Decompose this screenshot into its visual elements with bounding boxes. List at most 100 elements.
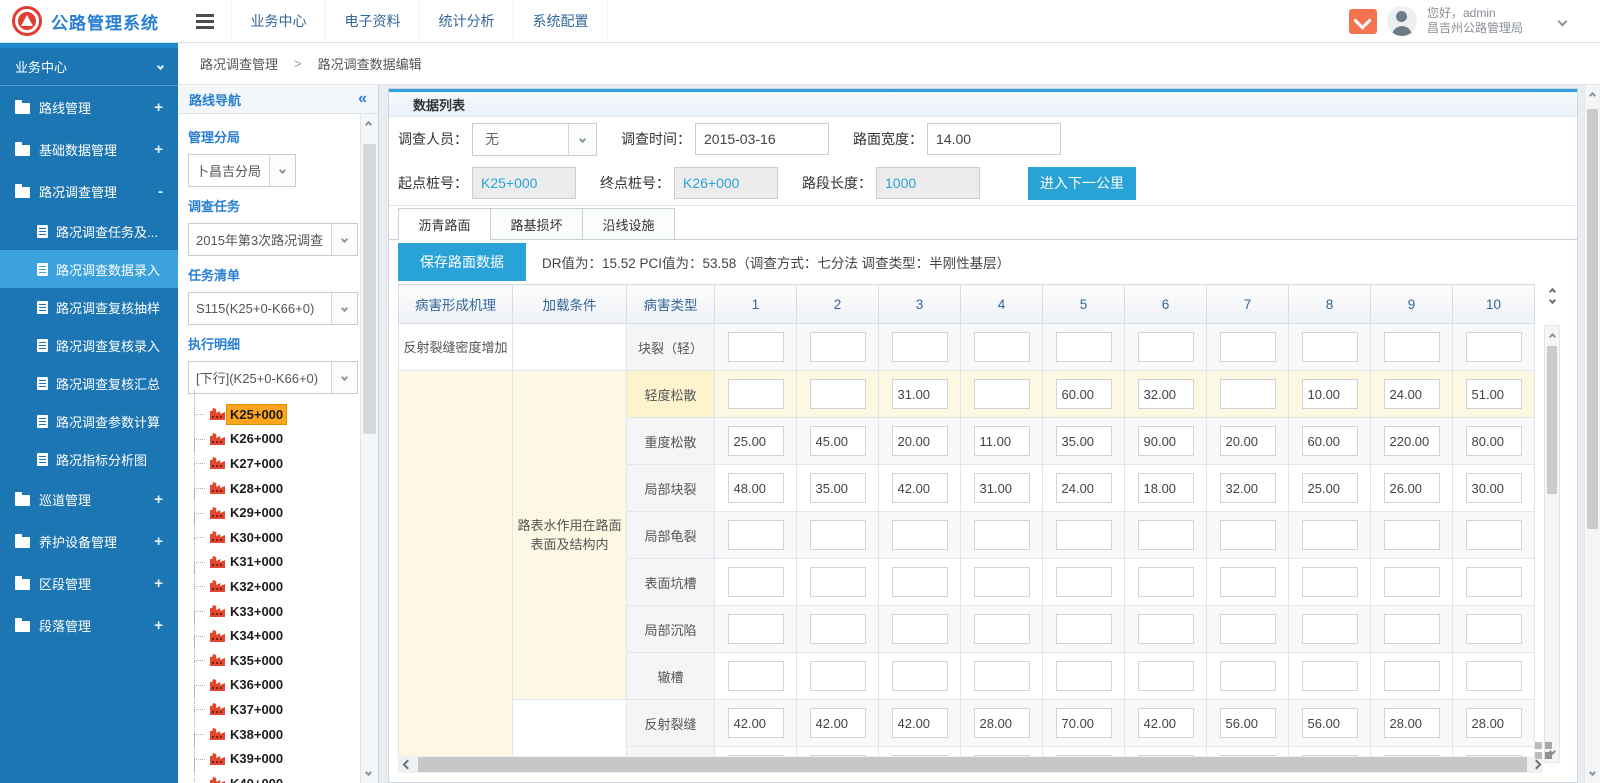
damage-value-input[interactable]	[810, 426, 866, 456]
road-width-input[interactable]	[927, 123, 1061, 155]
damage-value-input[interactable]	[1466, 473, 1522, 503]
tree-item-K25+000[interactable]: K25+000	[188, 402, 360, 427]
damage-value-input[interactable]	[728, 332, 784, 362]
tab-1[interactable]: 路基损坏	[490, 208, 583, 239]
damage-value-input[interactable]	[1384, 332, 1440, 362]
damage-value-input[interactable]	[1302, 567, 1358, 597]
sidebar-subitem-1[interactable]: 路况调查数据录入	[0, 250, 178, 288]
tree-item-K30+000[interactable]: K30+000	[188, 525, 360, 550]
topnav-item-3[interactable]: 系统配置	[513, 0, 608, 42]
scrollbar-thumb[interactable]	[1587, 109, 1598, 529]
tree-item-K39+000[interactable]: K39+000	[188, 746, 360, 771]
damage-value-input[interactable]	[1056, 473, 1112, 503]
damage-value-input[interactable]	[728, 426, 784, 456]
damage-value-input[interactable]	[1138, 567, 1194, 597]
sidebar-item-5[interactable]: 区段管理+	[0, 562, 178, 604]
next-km-button[interactable]: 进入下一公里	[1028, 167, 1136, 200]
tree-item-K31+000[interactable]: K31+000	[188, 550, 360, 575]
damage-value-input[interactable]	[1384, 567, 1440, 597]
damage-value-input[interactable]	[728, 473, 784, 503]
damage-value-input[interactable]	[892, 520, 948, 550]
damage-value-input[interactable]	[974, 332, 1030, 362]
topnav-item-0[interactable]: 业务中心	[231, 0, 326, 42]
damage-value-input[interactable]	[810, 473, 866, 503]
tree-item-K32+000[interactable]: K32+000	[188, 574, 360, 599]
damage-value-input[interactable]	[1138, 332, 1194, 362]
scrollbar-thumb[interactable]	[418, 757, 1527, 772]
damage-value-input[interactable]	[810, 567, 866, 597]
damage-value-input[interactable]	[1302, 426, 1358, 456]
scroll-up-icon[interactable]	[1548, 288, 1555, 295]
sidebar-subitem-3[interactable]: 路况调查复核录入	[0, 326, 178, 364]
damage-value-input[interactable]	[810, 379, 866, 409]
damage-value-input[interactable]	[1220, 567, 1276, 597]
damage-value-input[interactable]	[1302, 332, 1358, 362]
dropdown-3[interactable]: [下行](K25+0-K66+0)	[188, 361, 358, 394]
damage-value-input[interactable]	[1056, 614, 1112, 644]
tree-item-K26+000[interactable]: K26+000	[188, 427, 360, 452]
dropdown-2[interactable]: S115(K25+0-K66+0)	[188, 292, 358, 325]
damage-value-input[interactable]	[728, 379, 784, 409]
damage-value-input[interactable]	[892, 567, 948, 597]
damage-value-input[interactable]	[1466, 614, 1522, 644]
damage-value-input[interactable]	[810, 614, 866, 644]
scrollbar-thumb[interactable]	[1547, 346, 1557, 494]
select-chevron-box[interactable]	[331, 362, 357, 393]
damage-value-input[interactable]	[1056, 379, 1112, 409]
damage-value-input[interactable]	[728, 708, 784, 738]
damage-value-input[interactable]	[974, 708, 1030, 738]
collapse-panel-icon[interactable]: «	[358, 90, 367, 108]
damage-value-input[interactable]	[974, 379, 1030, 409]
damage-value-input[interactable]	[1138, 661, 1194, 691]
save-pavement-data-button[interactable]: 保存路面数据	[398, 243, 526, 281]
damage-value-input[interactable]	[974, 520, 1030, 550]
select-chevron-box[interactable]	[331, 293, 357, 324]
tree-item-K37+000[interactable]: K37+000	[188, 697, 360, 722]
sidebar-subitem-2[interactable]: 路况调查复核抽样	[0, 288, 178, 326]
damage-value-input[interactable]	[1138, 520, 1194, 550]
select-chevron-box[interactable]	[568, 124, 596, 155]
damage-value-input[interactable]	[810, 332, 866, 362]
damage-value-input[interactable]	[1302, 708, 1358, 738]
damage-value-input[interactable]	[974, 661, 1030, 691]
topnav-item-1[interactable]: 电子资料	[325, 0, 420, 42]
damage-value-input[interactable]	[1056, 661, 1112, 691]
damage-value-input[interactable]	[1220, 426, 1276, 456]
damage-value-input[interactable]	[1466, 379, 1522, 409]
damage-value-input[interactable]	[1220, 332, 1276, 362]
damage-value-input[interactable]	[1302, 614, 1358, 644]
damage-value-input[interactable]	[1056, 332, 1112, 362]
breadcrumb-item[interactable]: 路况调查管理	[200, 54, 278, 73]
damage-value-input[interactable]	[1220, 614, 1276, 644]
sidebar-item-6[interactable]: 段落管理+	[0, 604, 178, 646]
sidebar-item-0[interactable]: 路线管理+	[0, 86, 178, 128]
damage-value-input[interactable]	[1384, 661, 1440, 691]
sidebar-item-3[interactable]: 巡道管理+	[0, 478, 178, 520]
mail-icon[interactable]	[1349, 9, 1377, 34]
select-chevron-box[interactable]	[331, 224, 357, 255]
table-vertical-scrollbar[interactable]	[1544, 325, 1560, 763]
damage-value-input[interactable]	[1384, 473, 1440, 503]
dropdown-1[interactable]: 2015年第3次路况调查	[188, 223, 358, 256]
damage-value-input[interactable]	[1220, 708, 1276, 738]
tree-item-K33+000[interactable]: K33+000	[188, 599, 360, 624]
damage-value-input[interactable]	[974, 567, 1030, 597]
avatar[interactable]	[1387, 6, 1417, 36]
damage-value-input[interactable]	[892, 379, 948, 409]
damage-value-input[interactable]	[1384, 520, 1440, 550]
damage-value-input[interactable]	[1466, 661, 1522, 691]
topnav-item-2[interactable]: 统计分析	[419, 0, 514, 42]
tree-item-K29+000[interactable]: K29+000	[188, 500, 360, 525]
resize-grip[interactable]	[1535, 742, 1559, 768]
damage-value-input[interactable]	[1384, 708, 1440, 738]
damage-value-input[interactable]	[1384, 614, 1440, 644]
damage-value-input[interactable]	[1384, 426, 1440, 456]
damage-value-input[interactable]	[1138, 379, 1194, 409]
damage-value-input[interactable]	[1138, 708, 1194, 738]
scroll-down-icon[interactable]	[1548, 297, 1555, 304]
scroll-down-icon[interactable]	[365, 769, 372, 776]
sidebar-subitem-0[interactable]: 路况调查任务及...	[0, 212, 178, 250]
damage-value-input[interactable]	[810, 520, 866, 550]
damage-value-input[interactable]	[892, 426, 948, 456]
sidebar-item-2[interactable]: 路况调查管理-	[0, 170, 178, 212]
